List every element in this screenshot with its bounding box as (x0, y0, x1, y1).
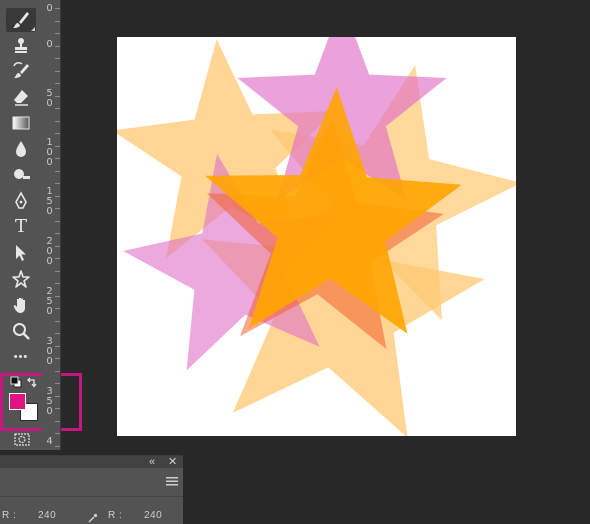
ruler-tick (55, 8, 60, 9)
history-brush-icon (13, 62, 29, 78)
info-panel: « ✕ R : 240 R : 240 (0, 455, 183, 524)
ruler-tick (55, 158, 60, 159)
readout-red-2: R : 240 (108, 510, 162, 521)
ruler-tick (55, 420, 60, 422)
foreground-color-swatch[interactable] (9, 393, 26, 410)
readout-red-1: R : 240 (2, 510, 56, 521)
ruler-tick (55, 133, 60, 134)
ruler-tick (55, 45, 60, 47)
document-canvas[interactable] (117, 37, 516, 436)
more-tools[interactable]: ••• (6, 345, 36, 369)
zoom-icon (13, 323, 30, 340)
hand-icon (13, 298, 25, 313)
ruler-tick (55, 208, 60, 209)
eyedropper-icon (88, 513, 98, 523)
readout-value: 240 (144, 510, 163, 521)
clone-stamp-tool[interactable] (6, 33, 36, 57)
ruler-tick (55, 270, 60, 272)
ruler-tick (55, 358, 60, 359)
ruler-label: 0 (46, 39, 53, 50)
panel-menu-icon[interactable] (166, 476, 178, 486)
hand-tool[interactable] (6, 293, 36, 317)
divider (0, 496, 183, 497)
gradient-tool[interactable] (6, 111, 36, 135)
brush-tool[interactable] (6, 8, 36, 32)
ruler-tick (55, 308, 60, 309)
ruler-tick (55, 258, 60, 259)
stamp-icon (15, 38, 27, 53)
ruler-label: 4 (46, 436, 53, 447)
quick-mask-icon[interactable] (14, 433, 30, 446)
ruler-tick (55, 58, 60, 59)
ruler-tick (55, 370, 60, 372)
shape-icon (12, 270, 30, 288)
drop-icon (16, 141, 26, 157)
ruler-tick (55, 145, 60, 147)
ruler-tick (55, 408, 60, 409)
eraser-icon (14, 90, 28, 106)
more-icon: ••• (13, 351, 29, 363)
readout-value: 240 (38, 510, 57, 521)
gradient-icon (12, 116, 30, 130)
type-tool[interactable]: T (6, 215, 36, 239)
brush-icon (13, 12, 29, 28)
ruler-label: 100 (46, 137, 53, 168)
close-icon[interactable]: ✕ (168, 456, 177, 468)
readout-label: R : (108, 510, 123, 521)
path-selection-tool[interactable] (6, 241, 36, 265)
ruler-tick (55, 383, 60, 384)
eraser-tool[interactable] (6, 85, 36, 109)
ruler-tick (55, 333, 60, 334)
ruler-tick (55, 108, 60, 109)
ruler-label: 0 (46, 3, 53, 14)
ruler-label: 150 (46, 186, 53, 217)
ruler-tick (55, 445, 60, 447)
ruler-tick (55, 220, 60, 222)
ruler-tick (55, 83, 60, 84)
ruler-tick (55, 195, 60, 197)
dodge-tool[interactable] (6, 163, 36, 187)
ruler-label: 300 (46, 336, 53, 367)
blur-tool[interactable] (6, 137, 36, 161)
stars-artwork (117, 37, 516, 436)
ruler-tick (55, 20, 60, 22)
custom-shape-tool[interactable] (6, 267, 36, 291)
zoom-tool[interactable] (6, 319, 36, 343)
ruler-tick (55, 320, 60, 322)
ruler-tick (55, 95, 60, 97)
ruler-label: 350 (46, 386, 53, 417)
panel-title-bar: « ✕ (0, 456, 183, 468)
ruler-label: 200 (46, 236, 53, 267)
ruler-tick (55, 170, 60, 172)
history-brush-tool[interactable] (6, 59, 36, 83)
type-icon: T (14, 216, 27, 237)
readout-label: R : (2, 510, 17, 521)
vertical-ruler: 0 0 50 100 150 200 250 300 350 4 (42, 0, 61, 450)
ruler-tick (55, 345, 60, 347)
ruler-label: 50 (46, 88, 53, 109)
ruler-tick (55, 70, 60, 72)
ruler-tick (55, 233, 60, 234)
ruler-tick (55, 120, 60, 122)
ruler-label: 250 (46, 286, 53, 317)
collapse-icon[interactable]: « (149, 456, 155, 468)
ruler-tick (55, 33, 60, 34)
ruler-tick (55, 183, 60, 184)
pen-icon (15, 191, 27, 209)
ruler-tick (55, 433, 60, 434)
ruler-tick (55, 245, 60, 247)
ruler-tick (55, 395, 60, 397)
ruler-tick (55, 295, 60, 297)
dodge-icon (14, 169, 30, 179)
arrow-icon (16, 245, 26, 261)
pen-tool[interactable] (6, 189, 36, 213)
ruler-tick (55, 283, 60, 284)
